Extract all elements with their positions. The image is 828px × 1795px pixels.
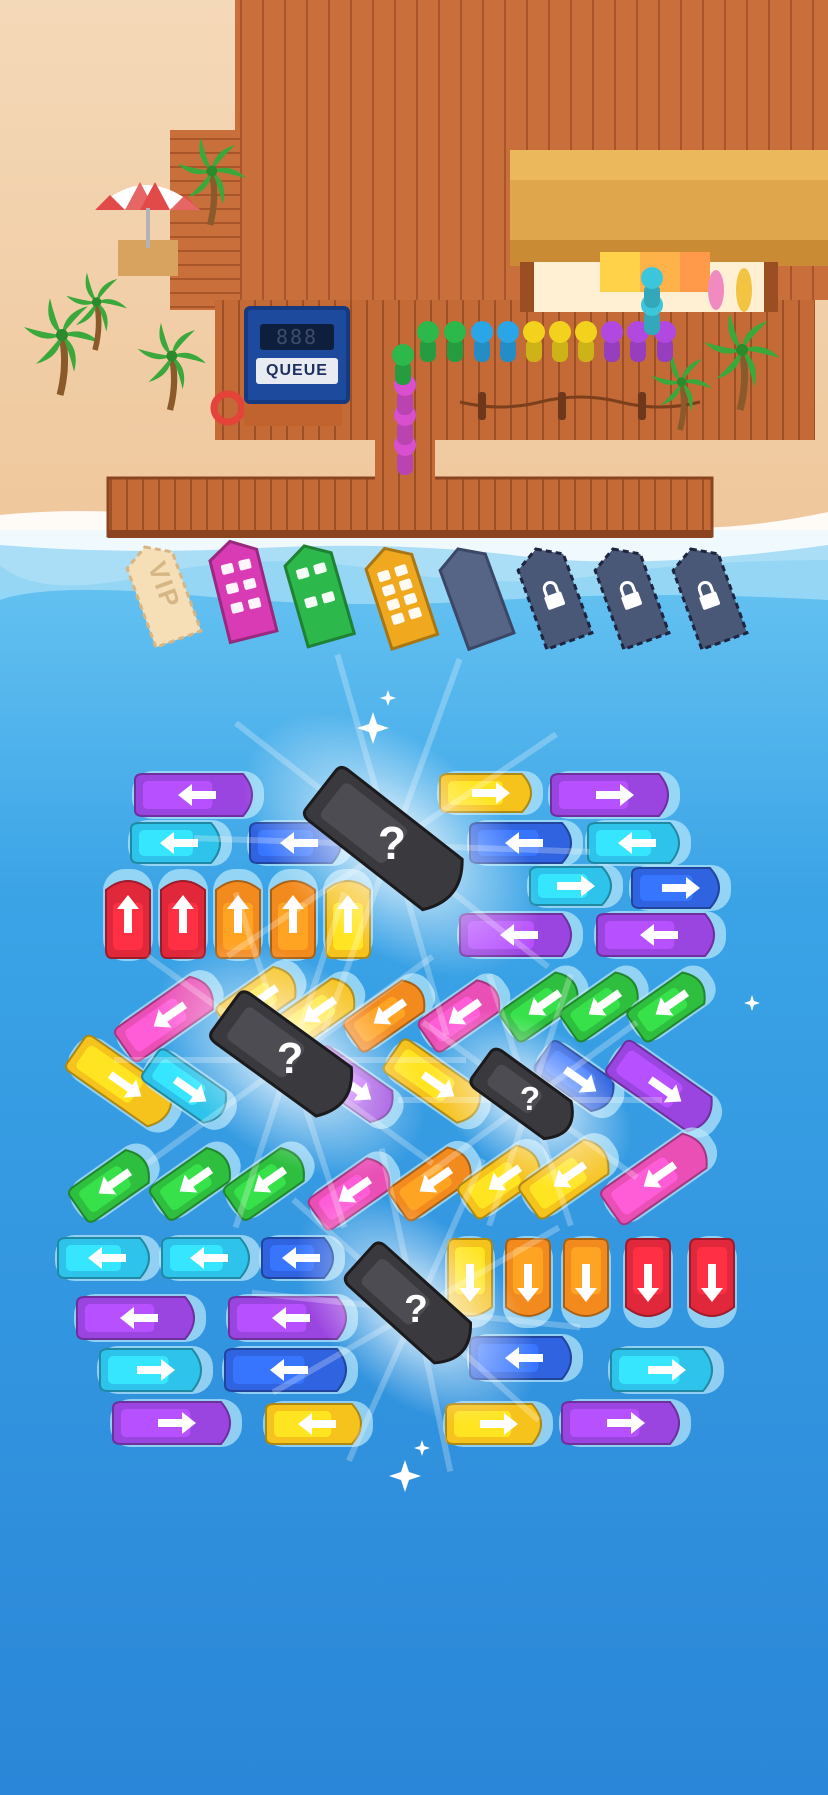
boat-blue[interactable] bbox=[629, 865, 731, 911]
boat-red[interactable] bbox=[103, 869, 153, 961]
queue-counter: 888 bbox=[260, 324, 334, 350]
boat-purple[interactable] bbox=[594, 911, 726, 959]
boat-purple[interactable] bbox=[110, 1399, 242, 1447]
boat-purple[interactable] bbox=[548, 771, 680, 819]
mystery-mark: ? bbox=[404, 1288, 428, 1331]
boat-cyan[interactable] bbox=[608, 1346, 724, 1394]
boat-red[interactable] bbox=[623, 1236, 673, 1328]
boat-cyan[interactable] bbox=[159, 1235, 261, 1281]
boat-cyan[interactable] bbox=[55, 1235, 161, 1281]
queue-board: 888 QUEUE bbox=[244, 306, 350, 404]
mystery-mark: ? bbox=[277, 1035, 303, 1083]
boat-cyan[interactable] bbox=[527, 864, 623, 908]
boat-purple[interactable] bbox=[74, 1294, 206, 1342]
boat-cyan[interactable] bbox=[97, 1346, 213, 1394]
boat-cyan[interactable] bbox=[128, 820, 232, 866]
boat-cyan[interactable] bbox=[585, 820, 691, 866]
mystery-mark: ? bbox=[520, 1081, 540, 1118]
game-scene: ???? bbox=[0, 0, 828, 1795]
boat-orange[interactable] bbox=[561, 1236, 611, 1328]
boat-red[interactable] bbox=[687, 1236, 737, 1328]
queue-label: QUEUE bbox=[256, 358, 338, 384]
mystery-mark: ? bbox=[378, 817, 406, 869]
boat-purple[interactable] bbox=[559, 1399, 691, 1447]
